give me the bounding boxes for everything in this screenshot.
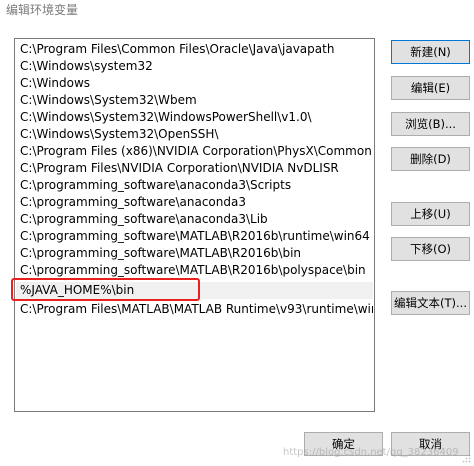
path-list-item[interactable]: C:\Program Files\MATLAB\MATLAB Runtime\v…: [16, 301, 373, 318]
path-list-item[interactable]: C:\Windows: [16, 75, 373, 92]
dialog-title: 编辑环境变量: [6, 3, 79, 17]
path-list-item[interactable]: C:\programming_software\MATLAB\R2016b\ru…: [16, 228, 373, 245]
path-list-item[interactable]: C:\Program Files (x86)\NVIDIA Corporatio…: [16, 143, 373, 160]
path-list-item-selected[interactable]: %JAVA_HOME%\bin: [16, 282, 373, 299]
edit-env-var-dialog: 编辑环境变量 C:\Program Files\Common Files\Ora…: [0, 0, 474, 466]
move-down-button[interactable]: 下移(O): [391, 237, 470, 261]
path-list-item[interactable]: C:\programming_software\anaconda3\Lib: [16, 211, 373, 228]
cancel-button[interactable]: 取消: [391, 432, 470, 456]
new-button[interactable]: 新建(N): [391, 40, 470, 64]
browse-button[interactable]: 浏览(B)...: [391, 112, 470, 136]
path-list-item[interactable]: C:\Windows\System32\OpenSSH\: [16, 126, 373, 143]
delete-button[interactable]: 删除(D): [391, 147, 470, 171]
path-list-item[interactable]: C:\programming_software\MATLAB\R2016b\po…: [16, 262, 373, 279]
path-list-item[interactable]: C:\Windows\System32\Wbem: [16, 92, 373, 109]
resize-grip-icon[interactable]: [462, 454, 471, 463]
move-up-button[interactable]: 上移(U): [391, 202, 470, 226]
path-list[interactable]: C:\Program Files\Common Files\Oracle\Jav…: [14, 38, 375, 412]
path-list-item[interactable]: C:\programming_software\anaconda3\Script…: [16, 177, 373, 194]
edit-button[interactable]: 编辑(E): [391, 76, 470, 100]
path-list-item[interactable]: C:\Windows\system32: [16, 58, 373, 75]
edit-text-button[interactable]: 编辑文本(T)...: [391, 291, 470, 315]
path-list-item[interactable]: C:\Windows\System32\WindowsPowerShell\v1…: [16, 109, 373, 126]
path-list-item[interactable]: C:\programming_software\MATLAB\R2016b\bi…: [16, 245, 373, 262]
path-list-item[interactable]: C:\programming_software\anaconda3: [16, 194, 373, 211]
path-list-item[interactable]: C:\Program Files\Common Files\Oracle\Jav…: [16, 41, 373, 58]
path-list-item[interactable]: C:\Program Files\NVIDIA Corporation\NVID…: [16, 160, 373, 177]
ok-button[interactable]: 确定: [304, 432, 383, 456]
